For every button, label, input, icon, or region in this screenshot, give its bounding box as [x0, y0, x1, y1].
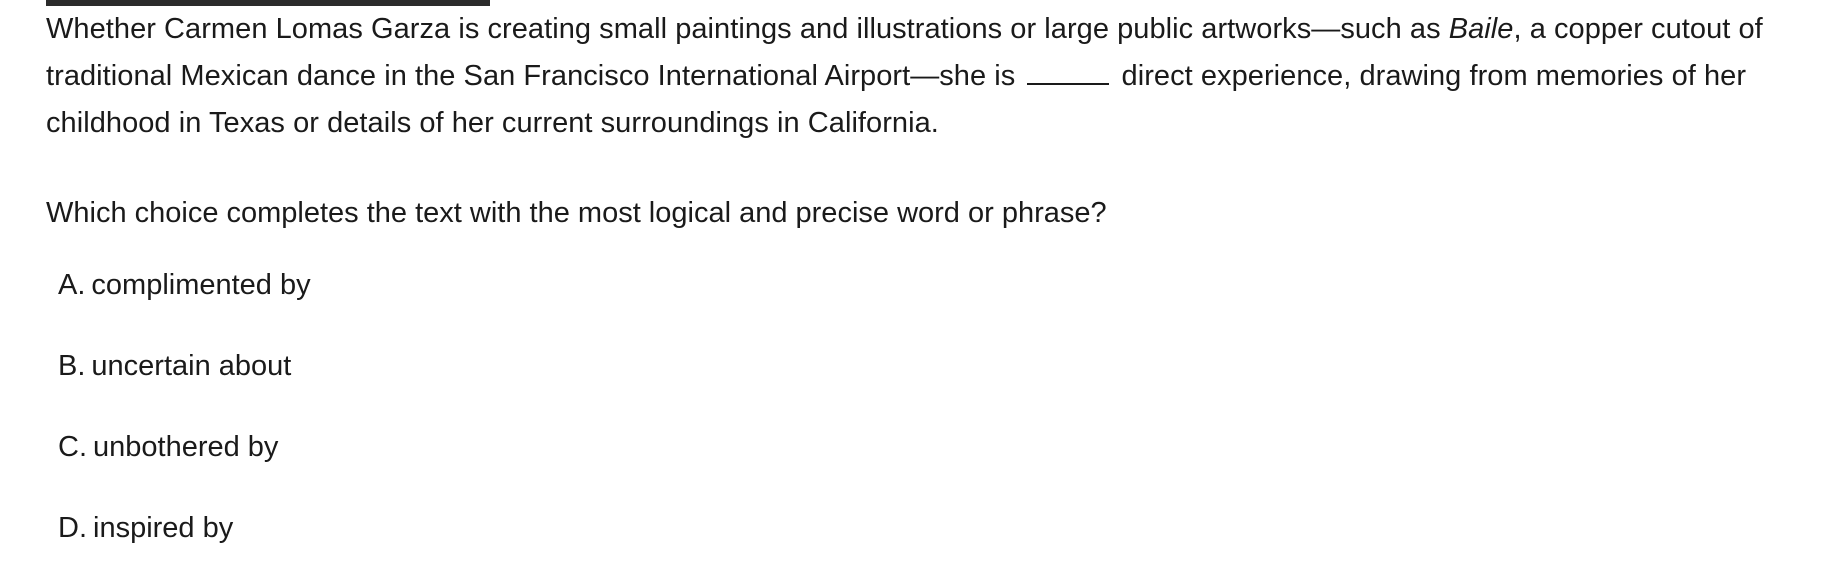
- choice-b[interactable]: B. uncertain about: [58, 343, 311, 390]
- passage-text: Whether Carmen Lomas Garza is creating s…: [46, 6, 1806, 147]
- choice-text: inspired by: [93, 512, 234, 544]
- choice-letter: A.: [58, 269, 86, 301]
- choice-d[interactable]: D. inspired by: [58, 505, 311, 552]
- choice-letter: B.: [58, 350, 86, 382]
- choice-text: uncertain about: [91, 350, 292, 382]
- answer-choices: A. complimented by B. uncertain about C. un…: [58, 262, 311, 586]
- choice-text: unbothered by: [93, 431, 279, 463]
- question-prompt: Which choice completes the text with the…: [46, 197, 1107, 229]
- choice-c[interactable]: C. unbothered by: [58, 424, 311, 471]
- choice-letter: D.: [58, 512, 87, 544]
- answer-blank: [1027, 82, 1110, 85]
- choice-text: complimented by: [91, 269, 311, 301]
- choice-letter: C.: [58, 431, 87, 463]
- choice-a[interactable]: A. complimented by: [58, 262, 311, 309]
- artwork-title: Baile: [1448, 13, 1514, 45]
- passage-part-1: Whether Carmen Lomas Garza is creating s…: [46, 13, 1449, 45]
